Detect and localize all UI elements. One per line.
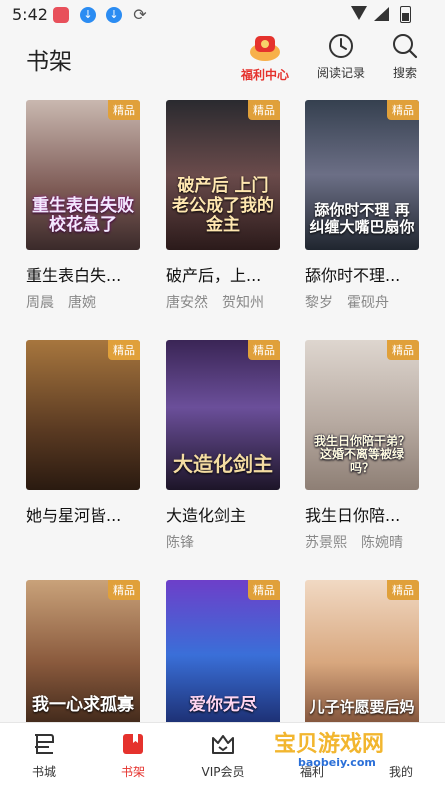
wifi-icon <box>351 6 367 20</box>
premium-badge: 精品 <box>248 100 280 120</box>
book-cover[interactable]: 精品 <box>26 340 140 490</box>
premium-badge: 精品 <box>387 100 419 120</box>
tab-label: VIP会员 <box>201 765 245 779</box>
premium-badge: 精品 <box>387 340 419 360</box>
book-title: 她与星河皆... <box>26 506 122 525</box>
book-title: 舔你时不理... <box>305 266 401 285</box>
sync-icon: ⟳ <box>133 5 147 24</box>
bookstore-icon <box>31 731 57 757</box>
book-card[interactable]: 精品 儿子许愿要后妈 <box>305 580 419 730</box>
download-icon: ↓ <box>106 7 122 23</box>
book-card[interactable]: 精品 她与星河皆... <box>26 340 140 532</box>
tab-vip[interactable]: VIP会员 <box>183 731 263 780</box>
book-cover[interactable]: 精品 我一心求孤寡 <box>26 580 140 730</box>
premium-badge: 精品 <box>387 580 419 600</box>
book-card[interactable]: 精品 我一心求孤寡 <box>26 580 140 730</box>
welfare-center-button[interactable]: 福利中心 <box>237 32 293 83</box>
search-label: 搜索 <box>392 66 417 80</box>
book-card[interactable]: 精品 舔你时不理 再纠缠大嘴巴扇你 舔你时不理... 黎岁 霍砚舟 <box>305 100 419 312</box>
tab-label: 书架 <box>120 765 145 779</box>
book-authors: 苏景熙 陈婉晴 <box>305 535 403 551</box>
book-card[interactable]: 精品 大造化剑主 大造化剑主 陈锋 <box>166 340 280 552</box>
tab-bookshelf[interactable]: 书架 <box>93 731 173 780</box>
cover-title: 大造化剑主 <box>173 452 273 476</box>
book-cover[interactable]: 精品 重生表白失败 校花急了 <box>26 100 140 250</box>
search-button[interactable]: 搜索 <box>389 32 421 81</box>
watermark-url: baobeiy.com <box>298 756 376 769</box>
vip-crown-icon <box>210 731 236 757</box>
book-card[interactable]: 精品 重生表白失败 校花急了 重生表白失... 周晨 唐婉 <box>26 100 140 312</box>
tab-label: 书城 <box>31 765 56 779</box>
cover-title: 破产后 上门老公成了我的金主 <box>172 176 274 236</box>
watermark: 宝贝游戏网 baobeiy.com <box>272 724 422 774</box>
signal-icon <box>374 7 389 21</box>
premium-badge: 精品 <box>108 580 140 600</box>
book-cover[interactable]: 精品 儿子许愿要后妈 <box>305 580 419 730</box>
book-authors: 陈锋 <box>166 535 194 551</box>
tab-bookstore[interactable]: 书城 <box>4 731 84 780</box>
history-label: 阅读记录 <box>316 66 365 80</box>
book-card[interactable]: 精品 爱你无尽 <box>166 580 280 730</box>
premium-badge: 精品 <box>108 340 140 360</box>
page-title: 书架 <box>26 49 72 75</box>
book-title: 重生表白失... <box>26 266 122 285</box>
cover-title: 我一心求孤寡 <box>32 695 134 716</box>
cover-title: 我生日你陪干弟？这婚不离等被绿吗？ <box>313 433 410 476</box>
book-authors: 唐安然 贺知州 <box>166 295 264 311</box>
app-notification-icon <box>53 7 69 23</box>
reading-history-button[interactable]: 阅读记录 <box>313 32 369 81</box>
book-title: 大造化剑主 <box>166 506 247 525</box>
book-authors: 黎岁 霍砚舟 <box>305 295 389 311</box>
status-time: 5:42 <box>12 5 48 24</box>
book-title: 破产后，上... <box>166 266 262 285</box>
book-authors: 周晨 唐婉 <box>26 295 96 311</box>
welfare-label: 福利中心 <box>240 68 289 82</box>
premium-badge: 精品 <box>248 340 280 360</box>
search-icon <box>391 32 419 60</box>
battery-icon <box>400 6 411 23</box>
book-cover[interactable]: 精品 舔你时不理 再纠缠大嘴巴扇你 <box>305 100 419 250</box>
premium-badge: 精品 <box>248 580 280 600</box>
watermark-text: 宝贝游戏网 <box>274 732 385 757</box>
cover-title: 重生表白失败 校花急了 <box>32 195 134 236</box>
book-cover[interactable]: 精品 大造化剑主 <box>166 340 280 490</box>
cover-title: 舔你时不理 再纠缠大嘴巴扇你 <box>309 200 415 236</box>
red-envelope-icon <box>248 32 282 62</box>
cover-title: 爱你无尽 <box>189 695 257 716</box>
header: 书架 福利中心 阅读记录 搜索 <box>0 30 445 90</box>
book-title: 我生日你陪... <box>305 506 401 525</box>
status-bar: 5:42 ↓ ↓ ⟳ <box>0 0 445 30</box>
book-card[interactable]: 精品 破产后 上门老公成了我的金主 破产后，上... 唐安然 贺知州 <box>166 100 280 312</box>
download-icon: ↓ <box>80 7 96 23</box>
book-cover[interactable]: 精品 爱你无尽 <box>166 580 280 730</box>
cover-title: 儿子许愿要后妈 <box>309 697 415 716</box>
book-cover[interactable]: 精品 破产后 上门老公成了我的金主 <box>166 100 280 250</box>
bookshelf-icon <box>120 731 146 757</box>
book-card[interactable]: 精品 我生日你陪干弟？这婚不离等被绿吗？ 我生日你陪... 苏景熙 陈婉晴 <box>305 340 419 552</box>
premium-badge: 精品 <box>108 100 140 120</box>
book-cover[interactable]: 精品 我生日你陪干弟？这婚不离等被绿吗？ <box>305 340 419 490</box>
clock-icon <box>327 32 355 60</box>
